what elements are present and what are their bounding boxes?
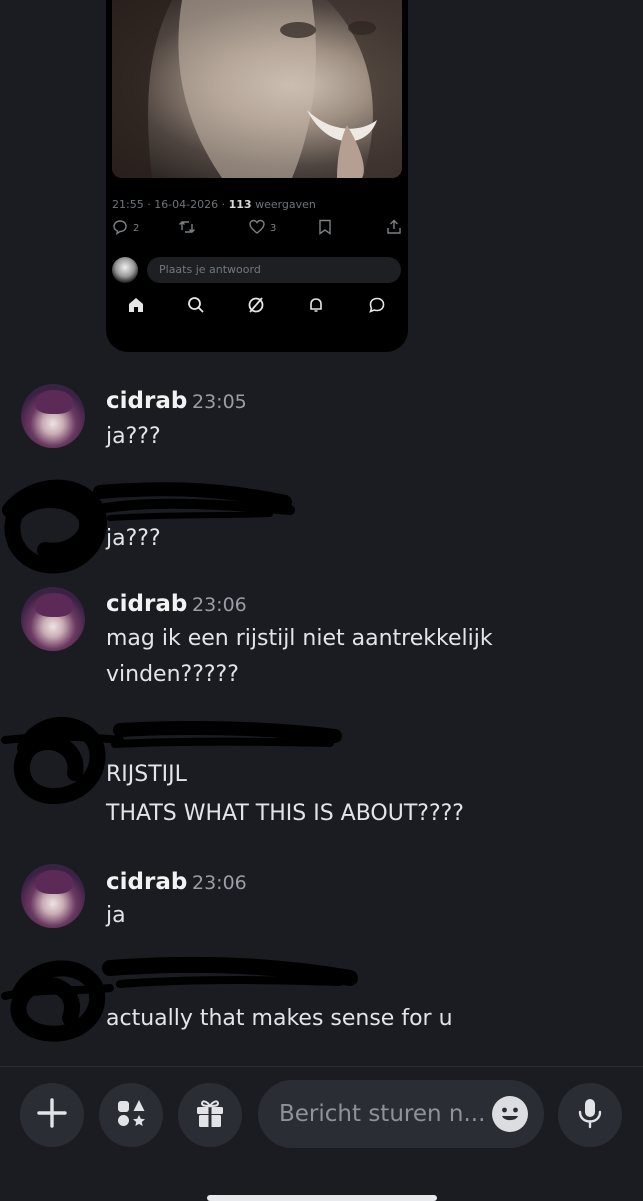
message-text: ja??? [106,526,161,551]
plus-icon [35,1096,69,1134]
embedded-screenshot[interactable]: 21:55 · 16-04-2026 · 113 weergaven 2 3 P… [106,0,408,352]
embedded-actions: 2 3 [106,219,408,243]
bookmark-icon [318,219,332,238]
embedded-reply-input[interactable]: Plaats je antwoord [147,257,401,283]
messages-icon[interactable] [368,296,386,318]
message-text: ja??? [106,424,161,449]
username[interactable]: cidrab [106,591,187,617]
voice-message-button[interactable] [558,1083,622,1147]
embedded-meta: 21:55 · 16-04-2026 · 113 weergaven [112,198,316,211]
embedded-reply-row: Plaats je antwoord [112,256,402,284]
message-input-placeholder: Bericht sturen n... [279,1101,486,1127]
apps-button[interactable] [99,1083,163,1147]
message-text: actually that makes sense for u [106,1006,453,1031]
bell-icon[interactable] [307,296,325,318]
timestamp: 23:05 [192,391,247,413]
gift-button[interactable] [178,1083,242,1147]
apps-icon [114,1096,148,1134]
embedded-nav [106,296,408,322]
embedded-photo [112,0,402,178]
share-action[interactable] [386,219,402,238]
repost-icon [178,219,196,238]
message-text: ja [106,903,126,928]
avatar[interactable] [21,587,85,651]
username[interactable]: cidrab [106,869,187,895]
add-button[interactable] [20,1083,84,1147]
share-icon [386,219,402,238]
message-text: THATS WHAT THIS IS ABOUT???? [106,801,464,826]
embedded-avatar [112,257,138,283]
avatar[interactable] [21,384,85,448]
emoji-icon [492,1107,528,1136]
emoji-button[interactable] [492,1096,528,1132]
username[interactable]: cidrab [106,388,187,414]
grok-icon[interactable] [247,296,265,318]
gift-icon [193,1096,227,1134]
reply-count: 2 [133,223,140,234]
microphone-icon [573,1096,607,1134]
comment-icon [112,219,128,238]
home-indicator[interactable] [207,1195,437,1201]
like-action[interactable]: 3 [249,219,276,238]
redaction-scribble [2,479,295,574]
home-icon[interactable] [127,296,145,318]
search-icon[interactable] [187,296,205,318]
heart-icon [249,219,265,238]
reply-action[interactable]: 2 [112,219,139,238]
avatar[interactable] [21,864,85,928]
timestamp: 23:06 [192,594,247,616]
repost-action[interactable] [178,219,196,238]
like-count: 3 [270,223,277,234]
message-input[interactable]: Bericht sturen n... [258,1080,544,1148]
message-text: mag ik een rijstijl niet aantrekkelijk [106,626,493,651]
redaction-scribble [1,716,342,805]
bookmark-action[interactable] [318,219,332,238]
message-text: RIJSTIJL [106,762,187,787]
message-text: vinden????? [106,662,239,687]
timestamp: 23:06 [192,872,247,894]
redaction-scribble [1,956,358,1042]
